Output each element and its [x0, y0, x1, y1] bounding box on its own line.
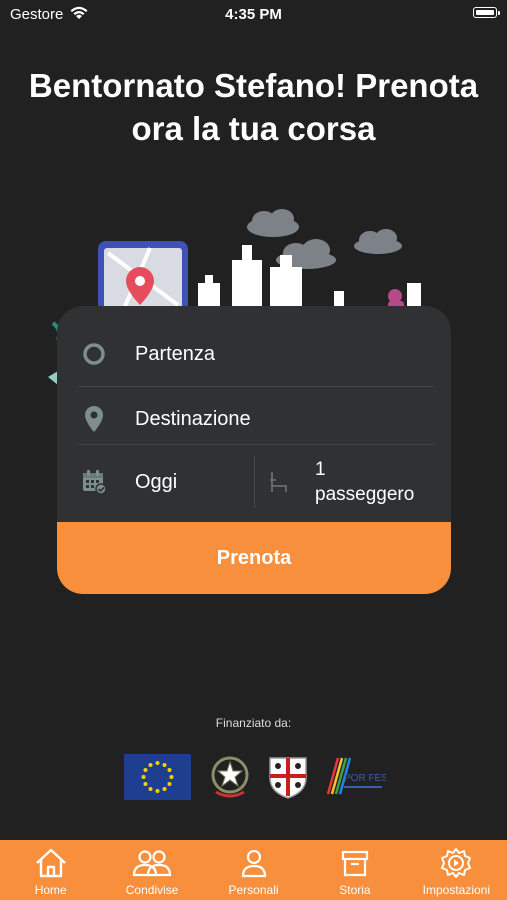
battery-icon	[473, 7, 497, 18]
passengers-selector[interactable]: 1 passeggero	[267, 456, 437, 508]
group-icon	[132, 847, 172, 879]
tab-label: Personali	[228, 883, 279, 897]
cloud-icon	[354, 229, 402, 254]
calendar-icon	[79, 469, 109, 495]
vertical-divider	[254, 456, 255, 508]
divider	[79, 444, 433, 445]
clock: 4:35 PM	[225, 6, 282, 23]
archive-icon	[340, 847, 370, 879]
tab-storia[interactable]: Storia	[304, 840, 405, 900]
divider	[79, 386, 433, 387]
passengers-label: passeggero	[315, 484, 415, 505]
por-fesr-logo: POR FESR	[326, 757, 386, 795]
funding-logos: POR FESR	[124, 754, 386, 800]
tab-label: Impostazioni	[422, 883, 491, 897]
date-label: Oggi	[135, 470, 178, 493]
tab-home[interactable]: Home	[0, 840, 101, 900]
italy-emblem-icon	[211, 756, 249, 798]
destination-field[interactable]: Destinazione	[79, 401, 433, 437]
departure-field[interactable]: Partenza	[79, 336, 433, 372]
settings-icon	[440, 847, 472, 879]
seat-icon	[267, 470, 291, 494]
departure-label: Partenza	[135, 342, 216, 365]
booking-card: Partenza Destinazione Oggi 1 passeggero …	[57, 306, 451, 594]
tab-label: Storia	[339, 883, 371, 897]
eu-flag-icon	[124, 754, 191, 800]
destination-label: Destinazione	[135, 407, 251, 430]
tab-condivise[interactable]: Condivise	[101, 840, 202, 900]
welcome-headline: Bentornato Stefano! Prenota ora la tua c…	[28, 67, 479, 147]
cloud-icon	[247, 209, 299, 237]
status-bar: Gestore 4:35 PM	[0, 0, 507, 28]
tab-impostazioni[interactable]: Impostazioni	[406, 840, 507, 900]
circle-icon	[79, 342, 109, 366]
book-button[interactable]: Prenota	[57, 522, 451, 594]
date-selector[interactable]: Oggi	[79, 464, 249, 500]
passengers-text: 1 passeggero	[315, 457, 414, 507]
funding-label: Finanziato da:	[215, 716, 292, 730]
home-icon	[34, 847, 68, 879]
person-icon	[239, 847, 269, 879]
tab-label: Condivise	[125, 883, 179, 897]
location-pin-icon	[79, 405, 109, 433]
svg-text:POR FESR: POR FESR	[344, 773, 386, 784]
tab-personali[interactable]: Personali	[203, 840, 304, 900]
tab-bar: Home Condivise Personali Storia Impostaz…	[0, 840, 507, 900]
battery-tip	[498, 11, 500, 15]
sardinia-shield-icon	[269, 757, 307, 799]
passengers-count: 1	[315, 459, 326, 480]
tab-label: Home	[34, 883, 67, 897]
